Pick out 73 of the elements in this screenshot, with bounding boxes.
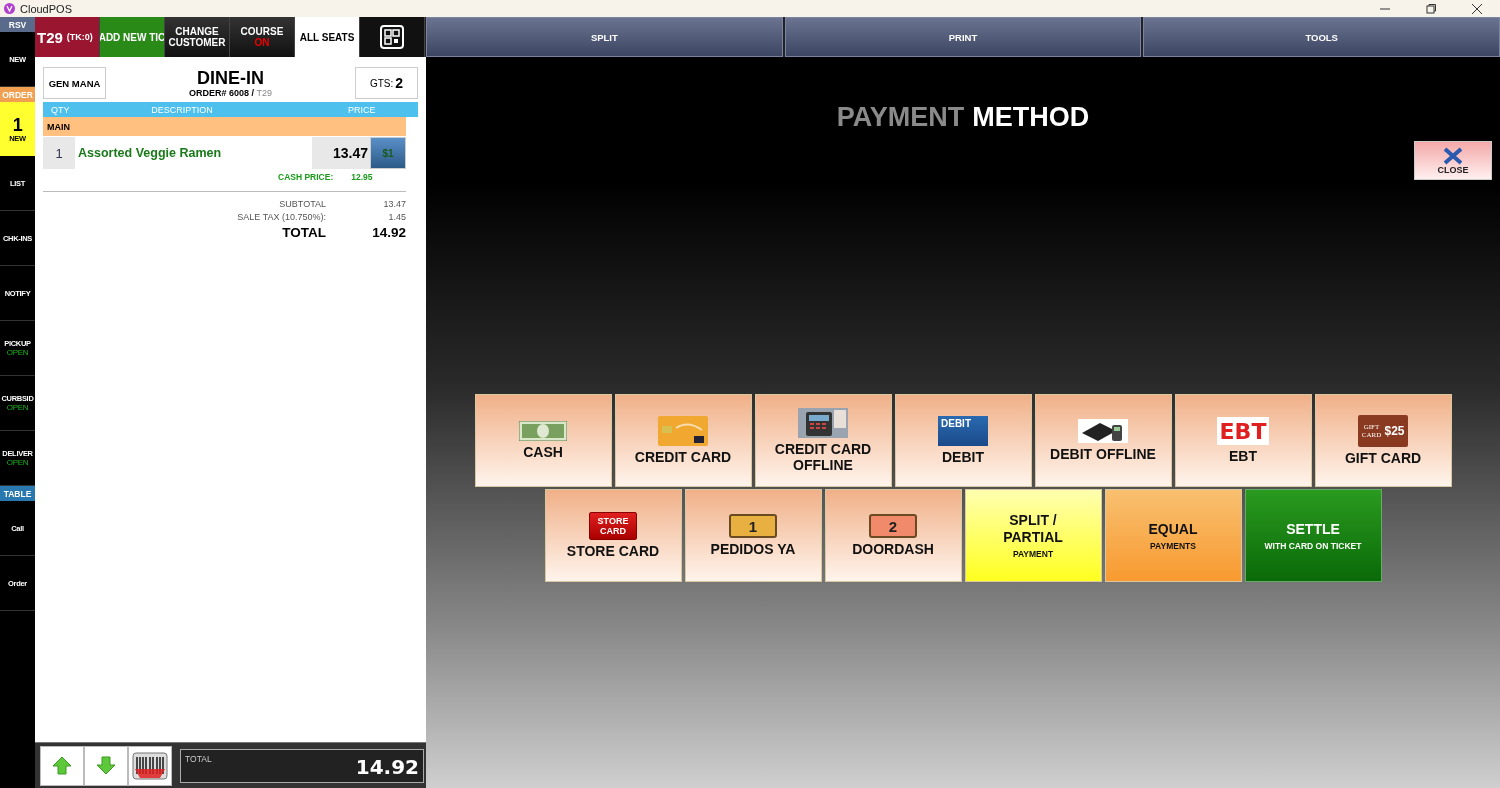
title-word: METHOD <box>972 102 1090 134</box>
section-header: TABLE <box>0 486 35 501</box>
close-icon <box>1443 146 1463 165</box>
payment-method-button[interactable]: DEBIT OFFLINE <box>1034 394 1172 487</box>
equal-payments-button[interactable]: EQUAL PAYMENTS <box>1104 489 1242 582</box>
total-amount: 14.92 <box>355 754 419 781</box>
order-count: 1 <box>12 115 23 134</box>
title-word: PAYMENT <box>836 102 965 134</box>
payment-method-button[interactable]: STORE CARD STORE CARD <box>544 489 682 582</box>
payment-method-button[interactable]: CREDIT CARD <box>614 394 752 487</box>
status-label: OPEN <box>6 458 29 467</box>
section-header: ORDER <box>0 87 35 102</box>
close-icon[interactable] <box>1472 3 1482 14</box>
server-button[interactable]: GEN MANA <box>43 67 106 99</box>
settle-button[interactable]: SETTLE WITH CARD ON TICKET <box>1244 489 1382 582</box>
status-label: OPEN <box>6 348 29 357</box>
barcode-scanner-icon[interactable] <box>132 751 168 780</box>
course-label: COURSE <box>240 26 284 37</box>
ticket-count: (TK:0) <box>66 31 93 43</box>
table-label: T29 <box>256 88 273 98</box>
restore-icon[interactable] <box>1426 3 1436 14</box>
table-button[interactable]: T29 (TK:0) <box>35 17 100 57</box>
up-arrow-icon[interactable] <box>52 756 72 775</box>
status-label: OPEN <box>6 403 29 412</box>
debit-card-icon: DEBIT <box>938 416 988 446</box>
split-payment-button[interactable]: SPLIT / PARTIAL PAYMENT <box>964 489 1102 582</box>
payment-method-button[interactable]: CASH <box>474 394 612 487</box>
summary-label: SUBTOTAL <box>278 198 327 211</box>
menu-tab[interactable]: PRINT <box>784 17 1142 57</box>
summary-value: 13.47 <box>382 198 406 211</box>
change-customer-button[interactable]: CHANGE CUSTOMER <box>165 17 230 57</box>
close-button[interactable]: CLOSE <box>1414 141 1492 180</box>
card-terminal-icon <box>798 408 848 438</box>
payment-method-button[interactable]: EBT EBT <box>1174 394 1312 487</box>
menu-tab[interactable]: SPLIT <box>426 17 783 57</box>
total-label: TOTAL <box>281 224 327 241</box>
qr-code-icon[interactable] <box>380 25 404 49</box>
column-header: QTY <box>50 104 71 115</box>
ticket-icon: 2 <box>869 514 917 538</box>
course-status: ON <box>254 37 270 48</box>
summary-value: 1.45 <box>387 211 406 224</box>
payment-method-button[interactable]: 2 DOORDASH <box>824 489 962 582</box>
app-logo-icon <box>4 3 15 14</box>
dollar-bill-icon <box>519 421 567 441</box>
payment-method-button[interactable]: CREDIT CARD OFFLINE <box>754 394 892 487</box>
course-button[interactable]: COURSE ON <box>230 17 295 57</box>
summary-label: SALE TAX (10.750%): <box>236 211 327 224</box>
menu-tab[interactable]: TOOLS <box>1143 17 1500 57</box>
course-section-header: MAIN <box>43 117 406 136</box>
column-header: DESCRIPTION <box>150 104 214 115</box>
cash-price-value: 12.95 <box>351 172 373 182</box>
order-type: DINE-IN <box>197 68 264 88</box>
store-card-icon: STORE CARD <box>589 512 637 540</box>
table-number: T29 <box>37 31 63 43</box>
credit-card-icon <box>658 416 708 446</box>
column-header: PRICE <box>348 104 377 115</box>
total-value: 14.92 <box>371 224 406 241</box>
card-reader-icon <box>1078 419 1128 443</box>
order-number: ORDER# 6008 / <box>188 88 254 98</box>
ebt-logo-icon: EBT <box>1217 417 1269 445</box>
payment-method-button[interactable]: DEBIT DEBIT <box>894 394 1032 487</box>
payment-method-button[interactable]: 1 PEDIDOS YA <box>684 489 822 582</box>
item-price: 13.47 <box>312 137 370 169</box>
item-quantity: 1 <box>43 137 75 169</box>
guests-button[interactable]: GTS:2 <box>355 67 418 99</box>
down-arrow-icon[interactable] <box>96 756 116 775</box>
total-label: TOTAL <box>185 752 212 766</box>
item-name[interactable]: Assorted Veggie Ramen <box>75 146 312 160</box>
ticket-icon: 1 <box>729 514 777 538</box>
window-title: CloudPOS <box>20 2 73 15</box>
section-header: RSV <box>0 17 35 32</box>
all-seats-button[interactable]: ALL SEATS <box>295 17 360 57</box>
cash-price-label: CASH PRICE: <box>278 172 334 182</box>
